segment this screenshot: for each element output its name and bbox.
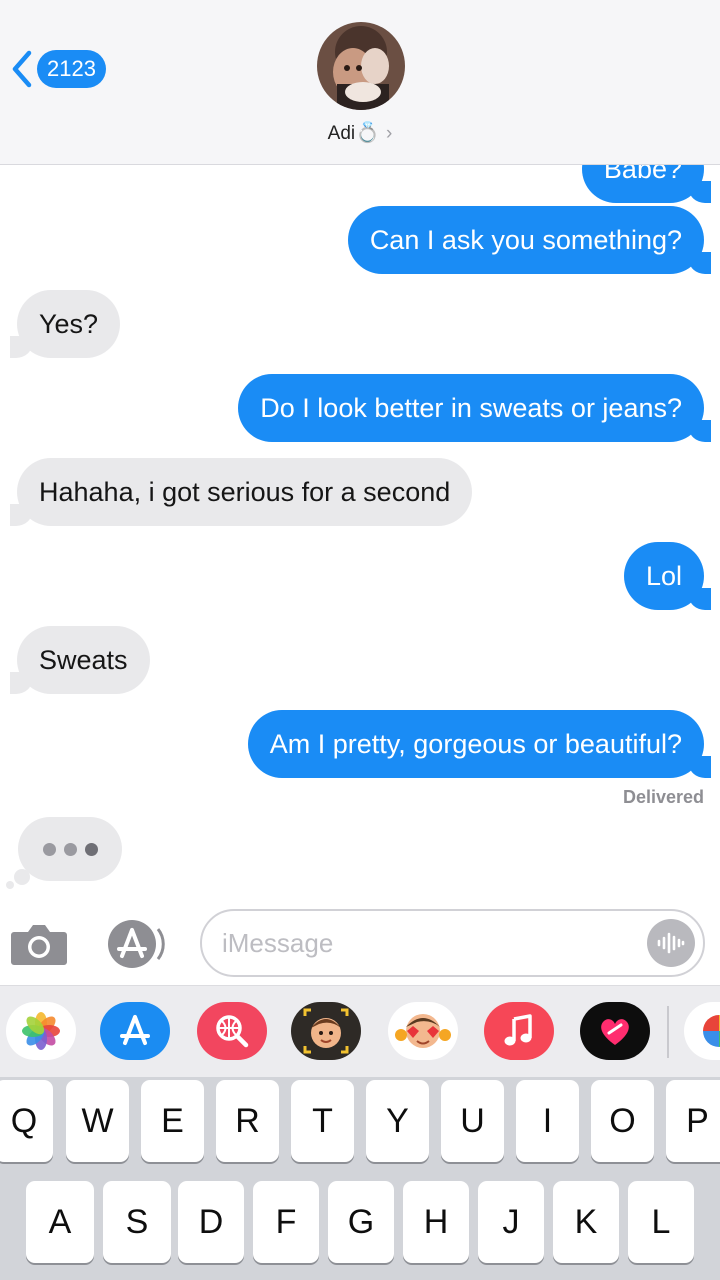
key-s[interactable]: S <box>103 1181 171 1263</box>
memoji-icon[interactable] <box>291 1002 361 1060</box>
compose-bar <box>0 900 720 985</box>
key-k[interactable]: K <box>553 1181 619 1263</box>
keyboard: Q W E R T Y U I O P A S D F G H J K L <box>0 1077 720 1280</box>
message-bubble-incoming[interactable]: Yes? <box>9 290 121 358</box>
key-e[interactable]: E <box>141 1080 204 1162</box>
key-w[interactable]: W <box>66 1080 129 1162</box>
typing-indicator-tail <box>14 869 30 885</box>
message-bubble-outgoing[interactable]: Babe? <box>581 165 712 203</box>
camera-icon[interactable] <box>10 922 68 966</box>
back-button[interactable]: 2123 <box>10 48 106 90</box>
animoji-stickers-icon[interactable] <box>388 1002 458 1060</box>
key-a[interactable]: A <box>26 1181 94 1263</box>
message-bubble-outgoing[interactable]: Can I ask you something? <box>347 206 712 274</box>
photos-flower-glyph <box>22 1012 60 1050</box>
typing-dot <box>63 842 77 856</box>
key-t[interactable]: T <box>291 1080 354 1162</box>
ring-emoji: 💍 <box>355 122 381 144</box>
conversation-header: 2123 Adi💍 › <box>0 0 720 165</box>
chevron-right-icon: › <box>386 123 393 144</box>
memoji-face-glyph <box>303 1008 349 1054</box>
music-note-glyph <box>504 1014 532 1046</box>
activity-app-icon[interactable] <box>684 1002 720 1060</box>
audio-message-button[interactable] <box>647 919 695 967</box>
message-bubble-outgoing[interactable]: Lol <box>623 542 712 610</box>
key-q[interactable]: Q <box>0 1080 53 1162</box>
typing-dot <box>84 842 98 856</box>
typing-indicator <box>18 817 122 881</box>
key-l[interactable]: L <box>628 1181 694 1263</box>
key-y[interactable]: Y <box>366 1080 429 1162</box>
key-j[interactable]: J <box>478 1181 544 1263</box>
music-app-icon[interactable] <box>484 1002 554 1060</box>
unread-count-badge: 2123 <box>37 50 106 88</box>
chevron-left-icon <box>12 50 32 88</box>
app-strip-divider <box>667 1006 669 1058</box>
key-o[interactable]: O <box>591 1080 654 1162</box>
key-i[interactable]: I <box>516 1080 579 1162</box>
typing-dot <box>42 842 56 856</box>
key-r[interactable]: R <box>216 1080 279 1162</box>
contact-avatar[interactable] <box>317 22 405 110</box>
message-field[interactable] <box>200 909 705 977</box>
contact-name: Adi <box>327 123 356 144</box>
key-f[interactable]: F <box>253 1181 319 1263</box>
waveform-icon <box>657 932 685 954</box>
image-search-icon[interactable] <box>197 1002 267 1060</box>
digital-touch-icon[interactable] <box>580 1002 650 1060</box>
app-store-icon[interactable] <box>100 1002 170 1060</box>
delivery-status: Delivered <box>622 787 704 807</box>
message-bubble-outgoing[interactable]: Do I look better in sweats or jeans? <box>238 374 711 442</box>
key-p[interactable]: P <box>666 1080 720 1162</box>
pinwheel-glyph <box>703 1015 720 1047</box>
heart-glyph <box>601 1019 629 1045</box>
key-g[interactable]: G <box>328 1181 394 1263</box>
message-bubble-incoming[interactable]: Sweats <box>10 626 150 694</box>
sticker-faces-glyph <box>395 1014 451 1048</box>
contact-name-button[interactable]: Adi💍 › <box>0 120 720 145</box>
avatar-photo <box>317 22 405 110</box>
message-bubble-outgoing[interactable]: Am I pretty, gorgeous or beautiful? <box>247 710 712 778</box>
typing-indicator-tail <box>6 881 14 889</box>
message-input[interactable] <box>222 921 642 965</box>
key-u[interactable]: U <box>441 1080 504 1162</box>
key-h[interactable]: H <box>403 1181 469 1263</box>
globe-search-glyph <box>216 1015 249 1048</box>
app-store-button-icon[interactable] <box>104 919 170 969</box>
message-bubble-incoming[interactable]: Hahaha, i got serious for a second <box>9 458 473 526</box>
photos-app-icon[interactable] <box>6 1002 76 1060</box>
key-d[interactable]: D <box>178 1181 244 1263</box>
app-store-glyph <box>120 1015 150 1045</box>
message-thread: Babe? Can I ask you something? Yes? Do I… <box>0 165 720 900</box>
imessage-app-drawer <box>0 985 720 1077</box>
